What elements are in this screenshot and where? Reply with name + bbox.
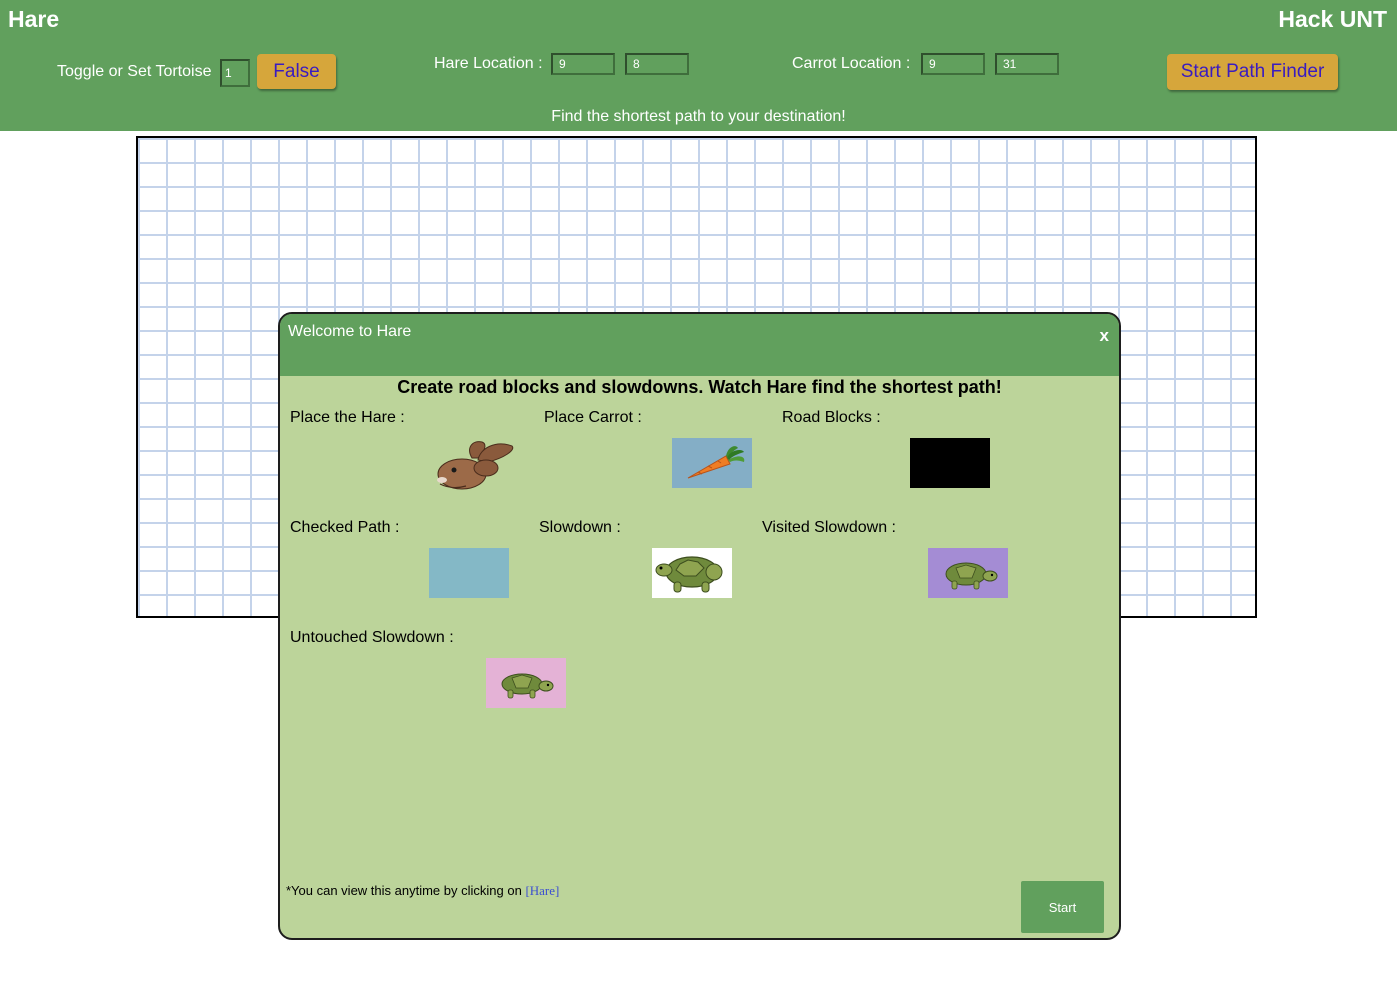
start-path-finder-button[interactable]: Start Path Finder bbox=[1167, 54, 1338, 90]
start-button[interactable]: Start bbox=[1021, 881, 1104, 933]
legend-visited-slowdown-label: Visited Slowdown : bbox=[762, 519, 896, 536]
tortoise-icon bbox=[652, 548, 732, 598]
hare-col-input[interactable] bbox=[625, 53, 689, 75]
footnote: *You can view this anytime by clicking o… bbox=[286, 883, 559, 899]
road-block-swatch bbox=[910, 438, 990, 488]
checked-path-swatch bbox=[429, 548, 509, 598]
toggle-tortoise-label: Toggle or Set Tortoise bbox=[57, 63, 212, 80]
brand-hack-unt: Hack UNT bbox=[1278, 6, 1387, 32]
legend-road-blocks-label: Road Blocks : bbox=[782, 409, 881, 426]
tortoise-toggle-button[interactable]: False bbox=[257, 54, 336, 89]
carrot-location-label: Carrot Location : bbox=[792, 55, 911, 72]
tagline: Find the shortest path to your destinati… bbox=[551, 108, 846, 125]
hare-location-label: Hare Location : bbox=[434, 55, 543, 72]
legend-slowdown-label: Slowdown : bbox=[539, 519, 621, 536]
legend-hare-label: Place the Hare : bbox=[290, 409, 405, 426]
carrot-icon bbox=[672, 438, 752, 488]
tortoise-count-input[interactable] bbox=[220, 59, 250, 87]
welcome-modal: Welcome to Hare x Create road blocks and… bbox=[278, 312, 1121, 940]
legend-checked-path-label: Checked Path : bbox=[290, 519, 400, 536]
hare-icon bbox=[432, 438, 514, 490]
carrot-row-input[interactable] bbox=[921, 53, 985, 75]
legend-untouched-slowdown-label: Untouched Slowdown : bbox=[290, 629, 454, 646]
carrot-col-input[interactable] bbox=[995, 53, 1059, 75]
legend-carrot-label: Place Carrot : bbox=[544, 409, 642, 426]
visited-slowdown-swatch bbox=[928, 548, 1008, 598]
modal-title: Welcome to Hare bbox=[288, 323, 412, 340]
footnote-text: *You can view this anytime by clicking o… bbox=[286, 883, 522, 898]
modal-header: Welcome to Hare x bbox=[280, 314, 1119, 376]
app-header: Hare Hack UNT Toggle or Set Tortoise Fal… bbox=[0, 0, 1397, 131]
hare-row-input[interactable] bbox=[551, 53, 615, 75]
close-icon[interactable]: x bbox=[1100, 326, 1109, 346]
brand-title: Hare bbox=[8, 6, 60, 32]
footnote-hare-link[interactable]: [Hare] bbox=[525, 883, 559, 898]
untouched-slowdown-swatch bbox=[486, 658, 566, 708]
modal-heading: Create road blocks and slowdowns. Watch … bbox=[397, 377, 1002, 397]
